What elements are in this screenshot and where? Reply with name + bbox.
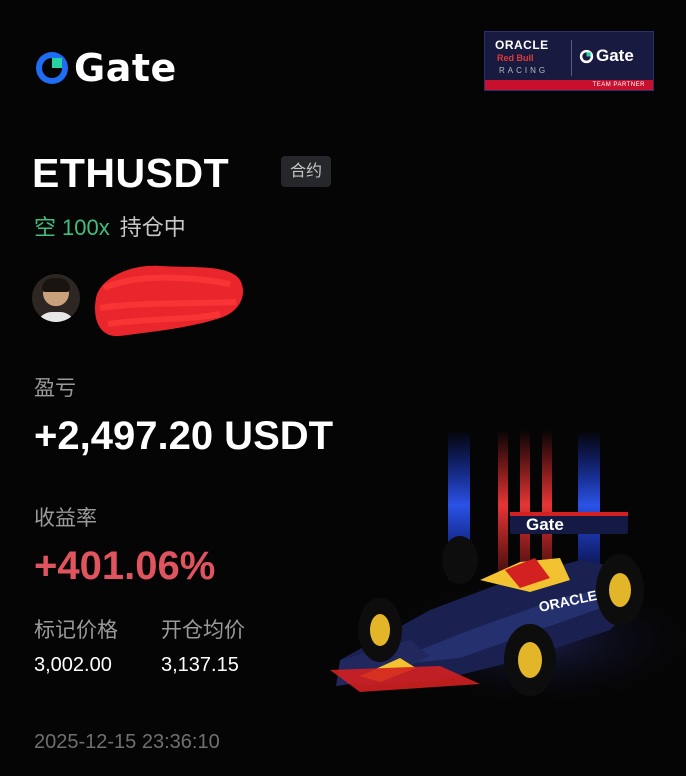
brand-name: Gate <box>74 46 177 90</box>
timestamp: 2025-12-15 23:36:10 <box>34 731 220 753</box>
partner-gate-text: Gate <box>596 46 634 65</box>
position-leverage: 100x <box>62 215 110 240</box>
contract-type-badge: 合约 <box>281 156 332 187</box>
redbull-wordmark: Red Bull <box>497 53 534 63</box>
partner-gate-logo: Gate <box>579 46 634 66</box>
pnl-value: +2,497.20 USDT <box>34 414 334 458</box>
gate-small-icon <box>579 49 594 63</box>
avatar-hair <box>42 278 70 292</box>
oracle-wordmark: ORACLE <box>495 38 549 52</box>
team-partner-tag: TEAM PARTNER <box>592 82 645 88</box>
open-price-value: 3,137.15 <box>161 654 239 676</box>
position-status: 持仓中 <box>119 215 186 240</box>
contract-symbol: ETHUSDT <box>32 150 230 196</box>
avatar-shirt <box>36 312 76 322</box>
roi-value: +401.06% <box>34 544 216 588</box>
open-price-label: 开仓均价 <box>161 619 245 642</box>
team-partner-banner: ORACLE Red Bull RACING Gate TEAM PARTNER <box>484 31 654 91</box>
redacted-username-scribble <box>95 265 244 337</box>
pnl-label: 盈亏 <box>34 377 76 400</box>
mark-price-value: 3,002.00 <box>34 654 112 676</box>
position-direction: 空 <box>34 215 57 240</box>
avatar <box>32 274 80 322</box>
position-info: 空 100x 持仓中 <box>34 210 186 242</box>
banner-divider <box>571 40 572 76</box>
mark-price-label: 标记价格 <box>34 619 118 642</box>
racing-wordmark: RACING <box>499 66 549 75</box>
f1-car-image: Gate ORACLE <box>330 430 686 710</box>
roi-label: 收益率 <box>34 507 97 530</box>
gate-logo-icon <box>36 52 68 84</box>
gate-logo: Gate <box>34 46 177 90</box>
wing-text: Gate <box>526 515 564 534</box>
